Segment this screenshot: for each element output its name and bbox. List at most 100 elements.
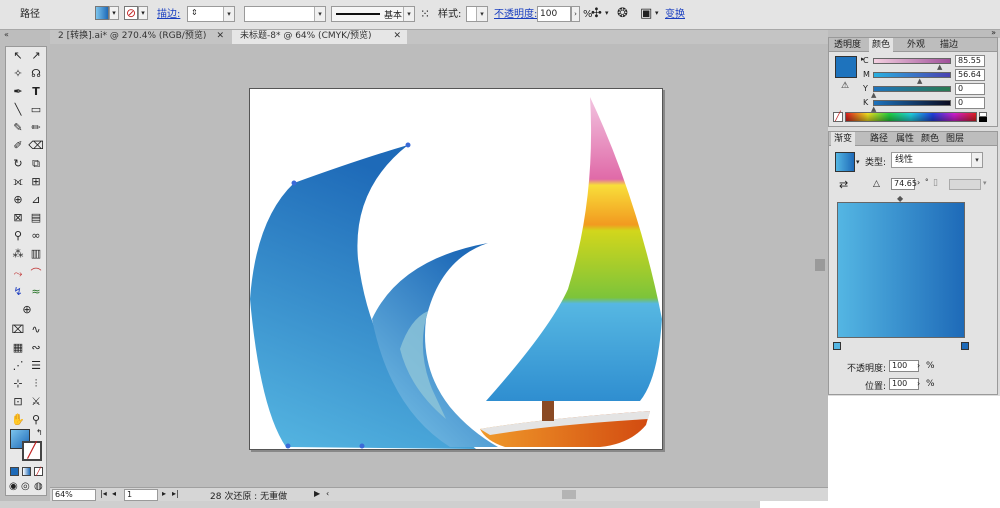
variable-width-field[interactable]: ▾ <box>244 6 326 22</box>
chevron-down-icon[interactable]: ▾ <box>605 9 609 17</box>
envelope-tool-icon[interactable]: ⌧ <box>10 323 26 337</box>
tab-layers[interactable]: 图层 <box>943 132 967 146</box>
next-artboard-icon[interactable]: ▸ <box>162 489 166 498</box>
transform-link[interactable]: 变换 <box>665 9 685 21</box>
crosshair-tool-icon[interactable]: ⊕ <box>19 303 35 317</box>
gradient-mode-icon[interactable] <box>22 467 31 476</box>
none-swatch[interactable]: ╱ <box>833 112 843 122</box>
stop-opacity-input[interactable]: 100 <box>889 360 919 372</box>
align-icon[interactable]: ▣ <box>640 6 652 21</box>
anchor-point[interactable] <box>291 180 297 186</box>
tab-color[interactable]: 颜色 <box>918 132 942 146</box>
scallop-tool-icon[interactable]: ⋰ <box>10 359 26 373</box>
close-icon[interactable]: ✕ <box>216 30 224 43</box>
fill-color-box[interactable] <box>835 56 857 78</box>
channel-m-input[interactable]: 56.64 <box>955 69 985 81</box>
gradient-stop-start[interactable] <box>833 342 841 350</box>
tab-attributes[interactable]: 属性 <box>893 132 917 146</box>
gradient-tool-icon[interactable]: ▤ <box>28 211 44 225</box>
channel-y-input[interactable]: 0 <box>955 83 985 95</box>
slice-tool-icon[interactable]: ▦ <box>10 341 26 355</box>
chevron-right-icon[interactable]: › <box>571 6 580 22</box>
lasso-tool-icon[interactable]: ☊ <box>28 67 44 81</box>
anchor-point[interactable] <box>405 142 411 148</box>
perspective-grid-tool-icon[interactable]: ⊿ <box>28 193 44 207</box>
blend-tool-icon[interactable]: ∞ <box>28 229 44 243</box>
smooth-tool-icon[interactable]: ≈ <box>28 285 44 299</box>
line-tool-icon[interactable]: ╲ <box>10 103 26 117</box>
align-tool-icon[interactable]: ☰ <box>28 359 44 373</box>
gradient-type-select[interactable]: 线性 ▾ <box>891 152 983 168</box>
angle-input[interactable]: 74.65 <box>891 178 917 190</box>
warp-tool-icon[interactable]: ∿ <box>28 323 44 337</box>
artboard-select[interactable]: 1 <box>124 489 158 501</box>
free-transform-tool-icon[interactable]: ⊞ <box>28 175 44 189</box>
knife-tool-icon[interactable]: ⚔ <box>28 395 44 409</box>
stroke-label[interactable]: 描边: <box>157 9 180 21</box>
chevron-down-icon[interactable]: ▾ <box>655 9 659 17</box>
black-swatch[interactable] <box>979 117 987 122</box>
channel-m-slider[interactable] <box>873 72 951 78</box>
magic-wand-tool-icon[interactable]: ✧ <box>10 67 26 81</box>
shape-builder-tool-icon[interactable]: ⊕ <box>10 193 26 207</box>
rotate-tool-icon[interactable]: ↻ <box>10 157 26 171</box>
last-artboard-icon[interactable]: ▸| <box>172 489 179 498</box>
rectangle-tool-icon[interactable]: ▭ <box>28 103 44 117</box>
convert-anchor-tool-icon[interactable]: ⌒ <box>28 267 44 281</box>
symbol-tool-icon[interactable]: ⊹ <box>10 377 26 391</box>
chevron-down-icon[interactable]: ▾ <box>314 7 325 21</box>
status-menu-icon[interactable]: ▶ <box>314 489 320 498</box>
channel-k-input[interactable]: 0 <box>955 97 985 109</box>
expand-icon[interactable]: » <box>991 28 996 37</box>
artboard[interactable] <box>249 88 663 450</box>
chevron-down-icon[interactable]: ▾ <box>223 7 234 21</box>
brush-options-icon[interactable]: ⁙ <box>420 7 430 21</box>
doc-tab-2[interactable]: 未标题-8* @ 64% (CMYK/预览) ✕ <box>232 30 407 44</box>
anchor-tool-icon[interactable]: ⤳ <box>10 267 26 281</box>
collapse-icon[interactable]: « <box>4 30 9 39</box>
artboard-tool-icon[interactable]: ⊡ <box>10 395 26 409</box>
brush-profile-select[interactable]: 基本 ▾ <box>331 6 415 22</box>
chevron-right-icon[interactable]: › <box>917 178 920 187</box>
stroke-color-box[interactable]: ╱ <box>22 441 42 461</box>
gradient-thumbnail[interactable] <box>835 152 855 172</box>
fill-swatch[interactable] <box>95 6 109 20</box>
column-graph-tool-icon[interactable]: ▥ <box>28 247 44 261</box>
anchor-point[interactable] <box>359 443 365 449</box>
close-icon[interactable]: ✕ <box>393 30 401 43</box>
tab-color[interactable]: 颜色 <box>869 38 894 52</box>
width-tool-icon[interactable]: ⟗ <box>10 175 26 189</box>
pen-tool-icon[interactable]: ✒ <box>10 85 26 99</box>
blob-brush-tool-icon[interactable]: ✐ <box>10 139 26 153</box>
slider-handle-icon[interactable]: ▲ <box>937 63 942 71</box>
tab-transparency[interactable]: 透明度 <box>831 38 864 52</box>
anchor-point[interactable] <box>285 443 291 449</box>
scroll-left-icon[interactable]: ‹ <box>326 489 329 498</box>
vertical-scrollbar-thumb[interactable] <box>815 259 825 271</box>
mesh-tool-icon[interactable]: ⊠ <box>10 211 26 225</box>
channel-c-input[interactable]: 85.55 <box>955 55 985 67</box>
chevron-right-icon[interactable]: › <box>917 361 920 370</box>
direct-selection-tool-icon[interactable]: ↗ <box>28 49 44 63</box>
eraser-tool-icon[interactable]: ⌫ <box>28 139 44 153</box>
slider-handle-icon[interactable]: ▲ <box>871 91 876 99</box>
chevron-down-icon[interactable]: ▾ <box>403 7 414 21</box>
tab-appearance[interactable]: 外观 <box>904 38 928 52</box>
prev-artboard-icon[interactable]: ◂ <box>112 489 116 498</box>
channel-y-slider[interactable] <box>873 86 951 92</box>
gradient-stop-end[interactable] <box>961 342 969 350</box>
color-spectrum-ramp[interactable] <box>845 112 977 122</box>
eyedropper-tool-icon[interactable]: ⚲ <box>10 229 26 243</box>
twirl-tool-icon[interactable]: ∾ <box>28 341 44 355</box>
draw-normal-icon[interactable]: ◉ <box>9 481 18 492</box>
graphic-style-select[interactable]: ▾ <box>466 6 488 22</box>
color-mode-icon[interactable] <box>10 467 19 476</box>
reverse-gradient-icon[interactable]: ⇄ <box>839 178 848 191</box>
tab-stroke[interactable]: 描边 <box>937 38 961 52</box>
tab-gradient[interactable]: 渐变 <box>831 132 856 146</box>
recolor-artwork-icon[interactable]: ✣ <box>591 6 602 21</box>
draw-behind-icon[interactable]: ◎ <box>21 481 30 492</box>
screen-mode-icon[interactable]: ◍ <box>34 481 43 492</box>
channel-k-slider[interactable] <box>873 100 951 106</box>
swap-colors-icon[interactable]: ↰ <box>36 428 43 437</box>
